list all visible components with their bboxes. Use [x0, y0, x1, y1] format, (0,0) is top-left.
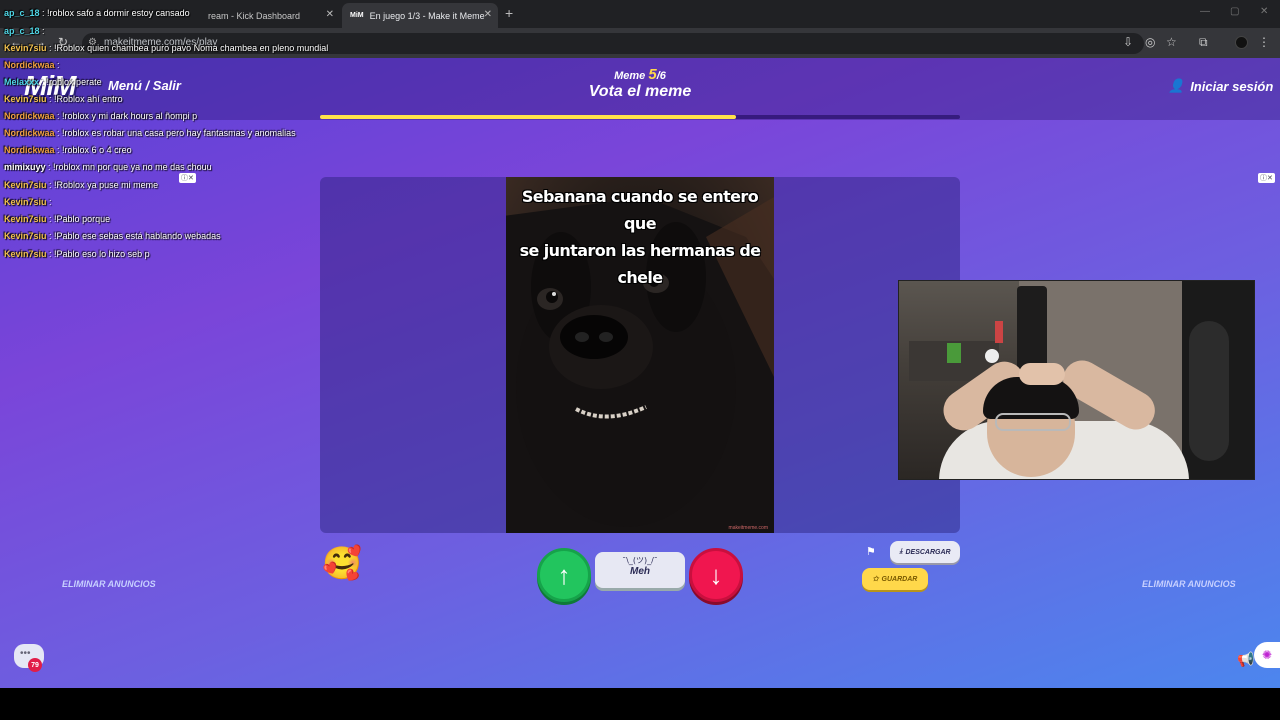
browser-menu-icon[interactable]: ⋮ — [1258, 35, 1270, 49]
make-it-meme-favicon-icon: MiM — [350, 12, 364, 19]
taskbar — [0, 688, 1280, 720]
arrow-down-icon: ↓ — [709, 559, 723, 590]
meme-caption-line-1: Sebanana cuando se entero que — [521, 187, 759, 233]
webcam-figurine-red — [995, 321, 1003, 343]
tab-kick-dashboard[interactable]: ream - Kick Dashboard ✕ — [200, 3, 340, 28]
ad-choices-icon[interactable]: ⓘ✕ — [179, 173, 196, 183]
remove-ads-link-right[interactable]: ELIMINAR ANUNCIOS — [1142, 579, 1236, 589]
download-button[interactable]: ⤓ DESCARGAR — [890, 541, 960, 563]
bookmark-star-icon[interactable]: ☆ — [1166, 35, 1177, 49]
announcement-megaphone-icon[interactable]: 📢 — [1237, 651, 1254, 668]
close-window-icon[interactable]: ✕ — [1260, 6, 1268, 17]
page-title: Vota el meme — [588, 83, 692, 100]
download-label: DESCARGAR — [905, 548, 951, 556]
menu-exit-link[interactable]: Menú / Salir — [108, 78, 181, 93]
extensions-icon[interactable]: ⧉ — [1199, 35, 1208, 50]
chat-unread-badge: 79 — [28, 658, 42, 672]
shrug-face: ¯\_(ツ)_/¯ — [622, 556, 658, 565]
browser-toolbar: ← → ↻ ⚙ makeitmeme.com/es/play ⇩ ◎ ☆ ⧉ ⋮ — [0, 28, 1280, 58]
browser-chrome: ream - Kick Dashboard ✕ MiM En juego 1/3… — [0, 0, 1280, 58]
round-current: 5 — [648, 66, 657, 83]
round-counter: Meme 5/6 — [560, 66, 720, 83]
meme-caption: Sebanana cuando se entero que se juntaro… — [506, 183, 774, 291]
reload-icon[interactable]: ↻ — [58, 35, 68, 49]
meme-stage: Sebanana cuando se entero que se juntaro… — [320, 177, 960, 533]
login-label: Iniciar sesión — [1190, 78, 1274, 94]
ad-choices-icon[interactable]: ⓘ✕ — [1258, 173, 1275, 183]
meme-watermark: makeitmeme.com — [728, 525, 768, 531]
tab-label: ream - Kick Dashboard — [208, 10, 301, 21]
webcam-ball — [985, 349, 999, 363]
login-button[interactable]: 👤 Iniciar sesión — [1168, 78, 1273, 94]
address-bar[interactable]: ⚙ makeitmeme.com/es/play — [82, 33, 1144, 54]
meme-image: Sebanana cuando se entero que se juntaro… — [506, 177, 774, 533]
user-icon: 👤 — [1168, 78, 1185, 93]
webcam-person-hands — [1019, 363, 1065, 385]
chat-bubble-icon: ••• — [20, 648, 31, 659]
new-tab-button[interactable]: + — [505, 5, 513, 21]
make-it-meme-logo[interactable]: MiM — [24, 70, 76, 102]
back-icon[interactable]: ← — [10, 35, 22, 49]
tab-close-icon[interactable]: ✕ — [484, 9, 492, 20]
tab-bar: ream - Kick Dashboard ✕ MiM En juego 1/3… — [0, 0, 1280, 28]
report-flag-icon[interactable]: ⚑ — [866, 545, 876, 558]
emoji-reaction-button[interactable]: 🥰 — [322, 544, 362, 582]
round-timer-progress — [320, 115, 960, 119]
site-info-icon[interactable]: ⚙ — [88, 37, 97, 48]
url-text: makeitmeme.com/es/play — [104, 37, 218, 48]
side-widget-icon[interactable]: ✺ — [1254, 642, 1280, 668]
save-label: GUARDAR — [881, 575, 918, 583]
round-prefix: Meme — [614, 70, 646, 82]
streamer-webcam — [898, 280, 1255, 480]
webcam-figurine-creeper — [947, 343, 961, 363]
download-icon: ⤓ — [899, 548, 903, 555]
maximize-icon[interactable]: ▢ — [1230, 6, 1239, 17]
round-timer-fill — [320, 115, 736, 119]
round-total: /6 — [656, 70, 666, 82]
tab-label: En juego 1/3 - Make it Meme — [369, 10, 485, 21]
vote-meh-button[interactable]: ¯\_(ツ)_/¯ Meh — [595, 552, 685, 588]
profile-avatar[interactable] — [1235, 36, 1248, 49]
remove-ads-link-left[interactable]: ELIMINAR ANUNCIOS — [62, 579, 156, 589]
vote-down-button[interactable]: ↓ — [689, 548, 743, 602]
tab-close-icon[interactable]: ✕ — [326, 9, 334, 20]
forward-icon[interactable]: → — [34, 35, 46, 49]
webcam-guitar — [1189, 321, 1229, 461]
vote-up-button[interactable]: ↑ — [537, 548, 591, 602]
meme-caption-line-2: se juntaron las hermanas de chele — [519, 241, 761, 287]
star-icon: ✩ — [872, 576, 879, 583]
minimize-icon[interactable]: — — [1200, 6, 1210, 17]
install-app-icon[interactable]: ⇩ — [1123, 35, 1133, 49]
arrow-up-icon: ↑ — [557, 559, 571, 590]
tab-make-it-meme[interactable]: MiM En juego 1/3 - Make it Meme ✕ — [342, 3, 498, 28]
meh-label: Meh — [630, 566, 650, 577]
webcam-person-glasses — [995, 413, 1071, 431]
eye-off-icon[interactable]: ◎ — [1145, 35, 1155, 49]
save-button[interactable]: ✩ GUARDAR — [862, 568, 928, 590]
